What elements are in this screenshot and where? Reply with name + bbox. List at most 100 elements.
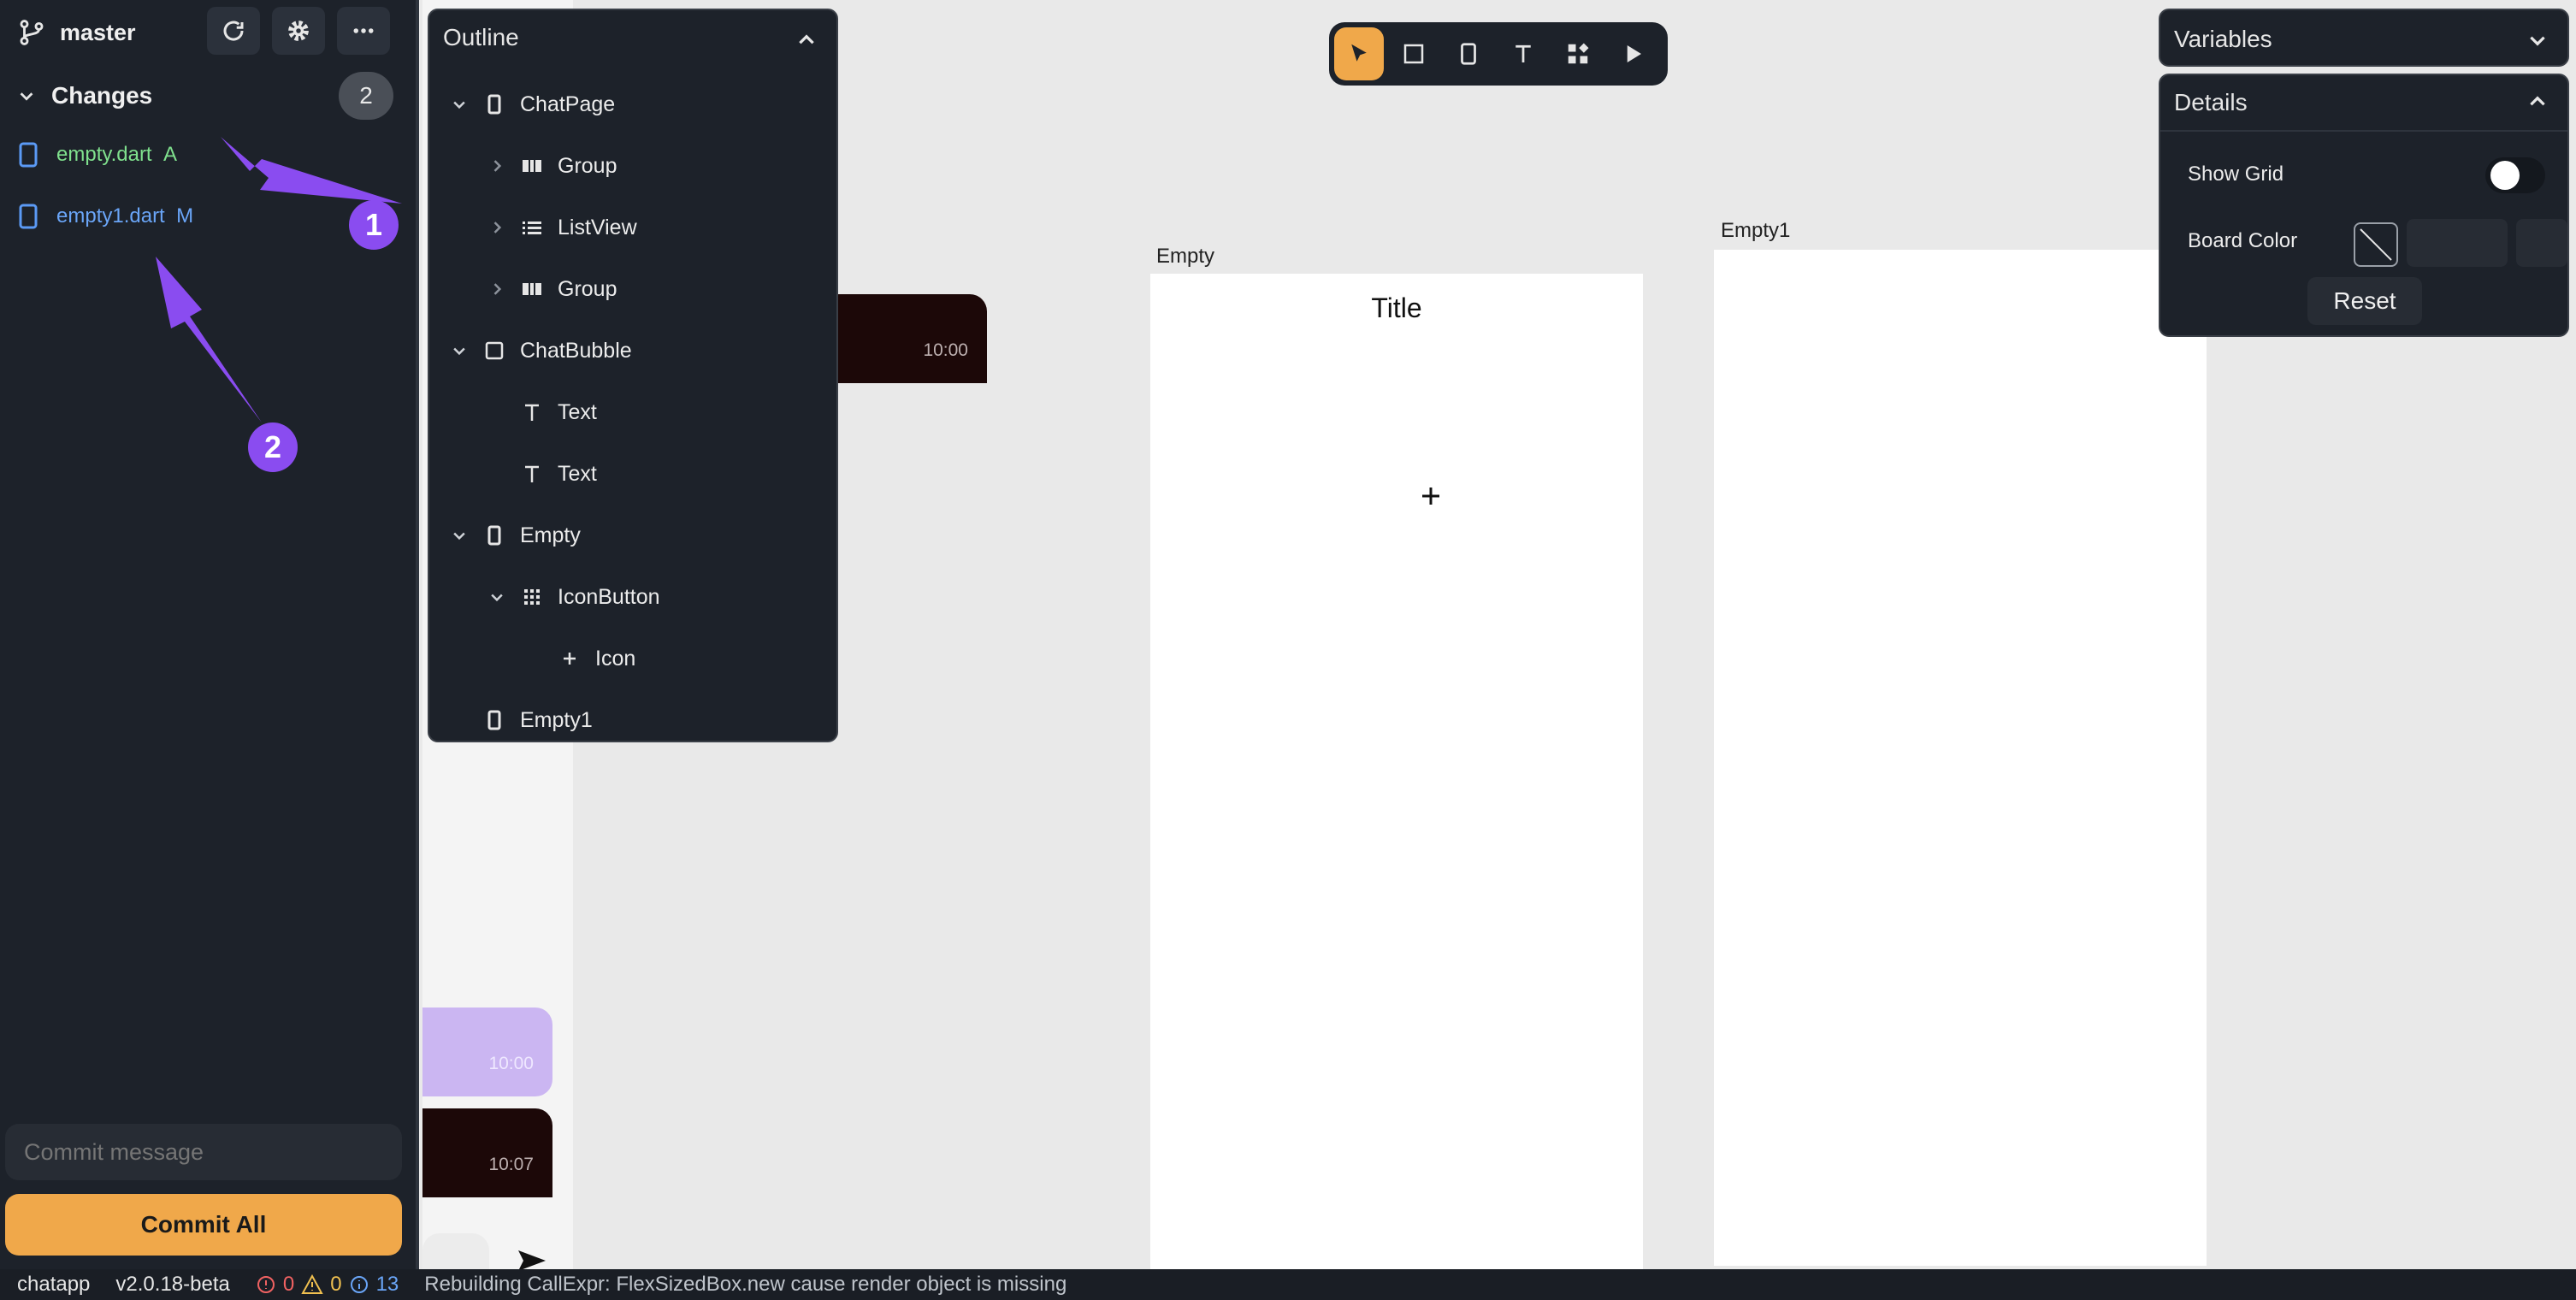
phone-icon (1456, 41, 1481, 67)
rectangle-icon (1401, 41, 1427, 67)
problems-summary[interactable]: 0 0 13 (256, 1273, 399, 1297)
arrow-1 (221, 137, 402, 204)
chat-bubble-bottom: 10:07 (422, 1108, 552, 1197)
outline-item-label: Empty (520, 523, 581, 547)
app-version: v2.0.18-beta (115, 1273, 230, 1296)
rectangle-tool-button[interactable] (1389, 27, 1439, 80)
chat-input-field (422, 1233, 489, 1269)
chevron-down-icon[interactable] (446, 96, 472, 113)
commit-all-button[interactable]: Commit All (5, 1194, 402, 1256)
outline-item-label: Text (558, 399, 597, 424)
outline-item-listview[interactable]: ListView (484, 197, 637, 258)
phone-icon (477, 710, 511, 730)
container-icon (477, 341, 511, 360)
board-label-empty1: Empty1 (1721, 219, 1791, 242)
outline-item-label: ChatPage (520, 92, 616, 116)
board-color-hex-field[interactable] (2407, 219, 2508, 267)
chevron-down-icon[interactable] (484, 588, 510, 606)
text-icon (1510, 41, 1536, 67)
select-tool-button[interactable] (1334, 27, 1384, 80)
phone-icon (477, 525, 511, 546)
status-message: Rebuilding CallExpr: FlexSizedBox.new ca… (424, 1273, 1067, 1296)
outline-item-label: Group (558, 276, 617, 301)
collapse-panel-icon[interactable] (795, 29, 818, 51)
play-icon (1620, 41, 1645, 67)
board-color-swatch[interactable] (2354, 222, 2398, 267)
arrow-2 (156, 257, 262, 422)
widgets-icon (1565, 41, 1591, 67)
info-icon (349, 1274, 369, 1295)
outline-item-icon[interactable]: Icon (547, 628, 635, 689)
outline-title: Outline (443, 24, 519, 50)
phone-icon (477, 94, 511, 115)
chevron-right-icon[interactable] (484, 281, 510, 298)
group-icon (515, 158, 549, 174)
show-grid-toggle[interactable] (2485, 157, 2545, 193)
warning-count: 0 (330, 1273, 342, 1296)
outline-item-chatbubble[interactable]: ChatBubble (446, 320, 632, 381)
toggle-knob (2490, 161, 2520, 190)
commit-message-input[interactable] (5, 1124, 402, 1180)
outline-item-label: ListView (558, 215, 637, 239)
error-count: 0 (282, 1273, 295, 1296)
outline-item-label: ChatBubble (520, 338, 632, 363)
error-icon (256, 1274, 276, 1295)
outline-item-label: Group (558, 153, 617, 178)
plus-icon (552, 651, 587, 666)
board-empty1[interactable] (1714, 250, 2207, 1266)
outline-item-text[interactable]: Text (510, 443, 597, 505)
details-divider (2160, 130, 2567, 132)
info-count: 13 (375, 1273, 399, 1296)
board-color-opacity-field[interactable] (2516, 219, 2567, 267)
board-label-empty: Empty (1156, 245, 1215, 268)
chevron-down-icon[interactable] (2526, 29, 2549, 51)
outline-item-group[interactable]: Group (484, 135, 617, 197)
widgets-tool-button[interactable] (1553, 27, 1603, 80)
outline-item-label: IconButton (558, 584, 660, 609)
grid-icon (515, 588, 549, 606)
chat-bubble-purple: 10:00 (422, 1008, 552, 1096)
chevron-up-icon[interactable] (2526, 91, 2549, 113)
play-tool-button[interactable] (1608, 27, 1657, 80)
outline-item-text[interactable]: Text (510, 381, 597, 443)
variables-panel[interactable]: Variables (2159, 9, 2569, 67)
bubble-time: 10:07 (488, 1155, 534, 1174)
annotation-marker-1: 1 (349, 200, 399, 250)
chevron-down-icon[interactable] (446, 342, 472, 359)
annotation-marker-2: 2 (248, 422, 298, 472)
bubble-time: 10:00 (923, 340, 968, 360)
outline-item-label: Empty1 (520, 707, 593, 732)
details-title: Details (2174, 89, 2248, 115)
reset-button[interactable]: Reset (2307, 277, 2422, 325)
chevron-right-icon[interactable] (484, 219, 510, 236)
warning-icon (301, 1274, 323, 1295)
outline-panel: Outline ChatPage Group ListView Group Ch… (428, 9, 838, 742)
list-icon (515, 220, 549, 235)
phone-tool-button[interactable] (1444, 27, 1493, 80)
chevron-right-icon[interactable] (484, 157, 510, 174)
bubble-time: 10:00 (488, 1054, 534, 1073)
group-icon (515, 281, 549, 297)
text-icon (515, 403, 549, 422)
outline-item-label: Text (558, 461, 597, 486)
plus-icon[interactable] (1421, 486, 1441, 506)
outline-item-label: Icon (595, 646, 636, 671)
canvas-toolbar (1329, 22, 1668, 86)
status-bar: chatapp v2.0.18-beta 0 0 13 Rebuilding C… (0, 1269, 2576, 1300)
outline-item-empty[interactable]: Empty (446, 505, 581, 566)
appbar-title: Title (1371, 292, 1422, 323)
project-name[interactable]: chatapp (17, 1273, 90, 1297)
text-tool-button[interactable] (1498, 27, 1548, 80)
select-arrow-icon (1346, 41, 1372, 67)
board-color-label: Board Color (2188, 229, 2298, 252)
outline-item-chatpage[interactable]: ChatPage (446, 74, 615, 135)
outline-item-empty1[interactable]: Empty1 (472, 689, 593, 751)
board-empty[interactable]: Title (1150, 274, 1643, 1269)
chevron-down-icon[interactable] (446, 527, 472, 544)
details-panel: Details Show Grid Board Color Reset (2159, 74, 2569, 337)
outline-item-group[interactable]: Group (484, 258, 617, 320)
variables-title: Variables (2174, 26, 2272, 52)
outline-item-iconbutton[interactable]: IconButton (484, 566, 660, 628)
show-grid-label: Show Grid (2188, 162, 2284, 186)
chat-bubble-top: 10:00 (838, 294, 987, 383)
